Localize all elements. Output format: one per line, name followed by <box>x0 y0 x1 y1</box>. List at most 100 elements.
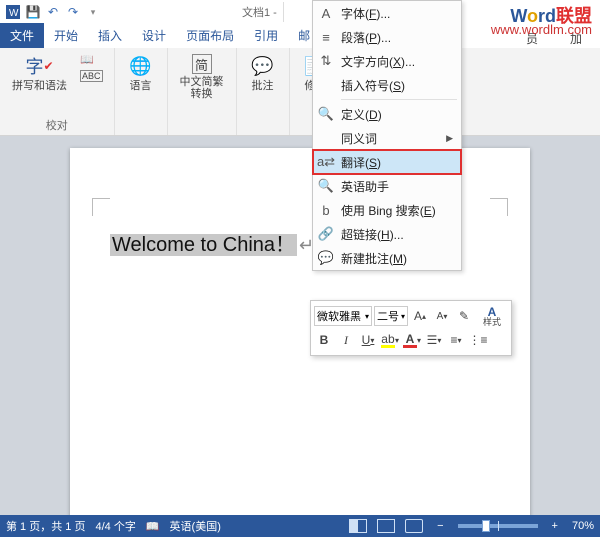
zoom-in-button[interactable]: + <box>548 520 562 532</box>
tab-design[interactable]: 设计 <box>132 23 176 48</box>
ctx-hyperlink-label: 超链接(H)... <box>341 226 453 243</box>
ctx-bing-label: 使用 Bing 搜索(E) <box>341 202 453 219</box>
app-icon: W <box>4 3 22 21</box>
proofing-status-icon[interactable]: 📖 <box>146 520 160 533</box>
thesaurus-button[interactable]: 📖 <box>77 52 106 67</box>
new-comment-icon: 💬 <box>317 249 335 267</box>
font-icon: A <box>317 4 335 22</box>
spelling-grammar-button[interactable]: 字✔ 拼写和语法 <box>8 52 71 94</box>
ctx-separator <box>341 99 457 100</box>
shrink-font-button[interactable]: A▾ <box>432 306 452 326</box>
spelling-icon: 字✔ <box>28 54 52 78</box>
underline-button[interactable]: U▾ <box>358 330 378 350</box>
title-separator <box>283 2 284 22</box>
bing-icon: b <box>317 201 335 219</box>
language-button[interactable]: 🌐 语言 <box>123 52 159 94</box>
undo-icon[interactable]: ↶ <box>44 3 62 21</box>
ctx-paragraph-label: 段落(P)... <box>341 29 453 46</box>
language-label: 语言 <box>130 80 152 92</box>
text-direction-icon: ⇅ <box>317 52 335 70</box>
ctx-paragraph[interactable]: ≡ 段落(P)... <box>313 25 461 49</box>
ctx-english-assistant[interactable]: 🔍 英语助手 <box>313 174 461 198</box>
ctx-bing-search[interactable]: b 使用 Bing 搜索(E) <box>313 198 461 222</box>
ctx-new-comment[interactable]: 💬 新建批注(M) <box>313 246 461 270</box>
mini-font-name[interactable]: 微软雅黑▾ <box>314 306 372 326</box>
italic-button[interactable]: I <box>336 330 356 350</box>
zoom-thumb[interactable] <box>482 520 490 532</box>
define-icon: 🔍 <box>317 105 335 123</box>
paragraph-icon: ≡ <box>317 28 335 46</box>
abc-icon: ABC <box>80 70 103 82</box>
ctx-text-direction-label: 文字方向(X)... <box>341 53 453 70</box>
selected-text[interactable]: Welcome to China！ <box>110 234 297 256</box>
multilevel-list-button[interactable]: ⋮≡ <box>468 330 488 350</box>
ctx-synonyms-label: 同义词 <box>341 130 440 147</box>
status-page[interactable]: 第 1 页，共 1 页 <box>6 518 85 534</box>
svg-text:W: W <box>9 8 19 19</box>
format-painter-button[interactable]: ✎ <box>454 306 474 326</box>
status-bar: 第 1 页，共 1 页 4/4 个字 📖 英语(美国) − + 70% <box>0 515 600 537</box>
print-layout-icon[interactable] <box>377 519 395 533</box>
globe-icon: 🌐 <box>129 54 153 78</box>
symbol-icon <box>317 76 335 94</box>
highlight-button[interactable]: ab▾ <box>380 330 400 350</box>
ribbon: 字✔ 拼写和语法 📖 ABC 校对 🌐 语言 简 中文简繁 转换 💬 批注 <box>0 48 600 136</box>
cjk-convert-button[interactable]: 简 中文简繁 转换 <box>176 52 228 102</box>
ctx-new-comment-label: 新建批注(M) <box>341 250 453 267</box>
qat-customize-icon[interactable]: ▾ <box>84 3 102 21</box>
zoom-percent[interactable]: 70% <box>572 520 594 532</box>
assistant-icon: 🔍 <box>317 177 335 195</box>
grow-font-button[interactable]: A▴ <box>410 306 430 326</box>
save-icon[interactable]: 💾 <box>24 3 42 21</box>
ctx-synonyms[interactable]: 同义词 ▶ <box>313 126 461 150</box>
status-language[interactable]: 英语(美国) <box>170 518 221 534</box>
watermark-url: www.wordlm.com <box>491 22 592 37</box>
tab-insert[interactable]: 插入 <box>88 23 132 48</box>
status-word-count[interactable]: 4/4 个字 <box>95 518 135 534</box>
proofing-group-label: 校对 <box>46 117 68 133</box>
tab-file[interactable]: 文件 <box>0 23 44 48</box>
bold-button[interactable]: B <box>314 330 334 350</box>
read-mode-icon[interactable] <box>349 519 367 533</box>
word-count-button[interactable]: ABC <box>77 69 106 83</box>
bullets-button[interactable]: ☰▾ <box>424 330 444 350</box>
ctx-translate-label: 翻译(S) <box>341 154 453 171</box>
ribbon-group-proofing: 字✔ 拼写和语法 📖 ABC 校对 <box>0 48 115 135</box>
tab-home[interactable]: 开始 <box>44 23 88 48</box>
ribbon-group-comments: 💬 批注 <box>237 48 290 135</box>
ctx-hyperlink[interactable]: 🔗 超链接(H)... <box>313 222 461 246</box>
styles-button[interactable]: A样式 <box>476 306 508 326</box>
hyperlink-icon: 🔗 <box>317 225 335 243</box>
ctx-define[interactable]: 🔍 定义(D) <box>313 102 461 126</box>
ctx-font-label: 字体(F)... <box>341 5 453 22</box>
margin-corner-tl <box>92 198 110 216</box>
margin-corner-tr <box>490 198 508 216</box>
zoom-out-button[interactable]: − <box>433 520 447 532</box>
ribbon-group-cjk: 简 中文简繁 转换 <box>168 48 237 135</box>
tab-layout[interactable]: 页面布局 <box>176 23 244 48</box>
ctx-text-direction[interactable]: ⇅ 文字方向(X)... <box>313 49 461 73</box>
ctx-font[interactable]: A 字体(F)... <box>313 1 461 25</box>
ctx-define-label: 定义(D) <box>341 106 453 123</box>
ribbon-group-language: 🌐 语言 <box>115 48 168 135</box>
book-icon: 📖 <box>80 53 94 66</box>
context-menu: A 字体(F)... ≡ 段落(P)... ⇅ 文字方向(X)... 插入符号(… <box>312 0 462 271</box>
tab-references[interactable]: 引用 <box>244 23 288 48</box>
mini-font-size[interactable]: 二号▾ <box>374 306 408 326</box>
quick-access-toolbar: W 💾 ↶ ↷ ▾ <box>4 3 102 21</box>
web-layout-icon[interactable] <box>405 519 423 533</box>
zoom-slider[interactable] <box>458 524 538 528</box>
numbering-button[interactable]: ≡▾ <box>446 330 466 350</box>
brush-icon: ✎ <box>459 309 469 323</box>
redo-icon[interactable]: ↷ <box>64 3 82 21</box>
ctx-insert-symbol[interactable]: 插入符号(S) <box>313 73 461 97</box>
document-title: 文档1 - <box>242 4 277 20</box>
cjk-icon: 简 <box>192 54 212 74</box>
spelling-label: 拼写和语法 <box>12 80 67 92</box>
font-color-button[interactable]: A▾ <box>402 330 422 350</box>
new-comment-button[interactable]: 💬 批注 <box>245 52 281 94</box>
comment-icon: 💬 <box>251 54 275 78</box>
ctx-translate[interactable]: a⇄ 翻译(S) <box>313 150 461 174</box>
synonyms-icon <box>317 129 335 147</box>
mini-toolbar: 微软雅黑▾ 二号▾ A▴ A▾ ✎ A样式 B I U▾ ab▾ A▾ ☰▾ ≡… <box>310 300 512 356</box>
